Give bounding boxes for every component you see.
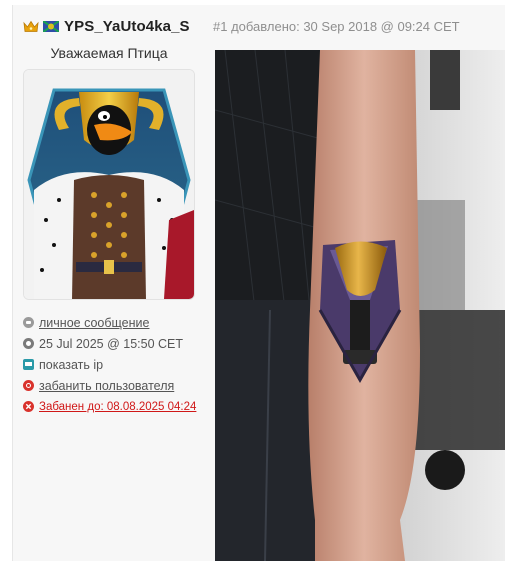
private-message-link[interactable]: личное сообщение <box>39 316 149 330</box>
banned-until-row: Забанен до: 08.08.2025 04:24 <box>23 396 208 417</box>
user-actions: личное сообщение 25 Jul 2025 @ 15:50 CET… <box>23 312 208 417</box>
message-icon <box>23 317 34 328</box>
show-ip-link[interactable]: показать ip <box>39 358 103 372</box>
power-icon <box>23 380 34 391</box>
ip-icon <box>23 359 34 370</box>
banned-until-link[interactable]: Забанен до: 08.08.2025 04:24 <box>39 401 196 413</box>
ban-user-link[interactable]: забанить пользователя <box>39 379 174 393</box>
show-ip-row: показать ip <box>23 354 208 375</box>
flag-icon <box>43 20 59 32</box>
crown-icon <box>23 20 39 32</box>
avatar-image <box>24 70 194 299</box>
post-info: #1 добавлено: 30 Sep 2018 @ 09:24 CET <box>213 18 460 34</box>
avatar[interactable] <box>23 69 195 300</box>
user-title: Уважаемая Птица <box>50 45 168 61</box>
clock-icon <box>23 338 34 349</box>
last-seen-text: 25 Jul 2025 @ 15:50 CET <box>39 336 184 351</box>
ban-user-row: забанить пользователя <box>23 375 208 396</box>
last-seen-row: 25 Jul 2025 @ 15:50 CET <box>23 333 208 354</box>
post-image[interactable] <box>215 50 505 561</box>
post-header: YPS_YaUto4ka_S <box>23 15 190 37</box>
username-link[interactable]: YPS_YaUto4ka_S <box>64 18 190 35</box>
message-row: личное сообщение <box>23 312 208 333</box>
tattoo-photo <box>215 50 505 561</box>
banned-icon <box>23 401 34 412</box>
